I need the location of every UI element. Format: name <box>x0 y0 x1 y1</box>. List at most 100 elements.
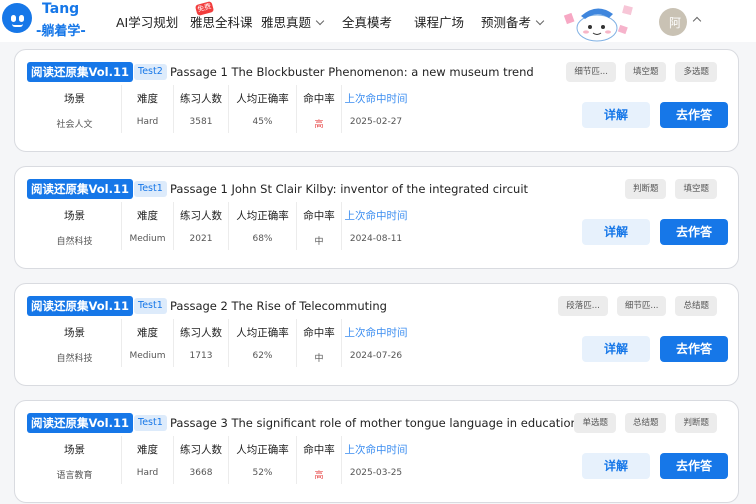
stat-scene: 场景 自然科技 <box>28 319 122 367</box>
stat-difficulty-header: 难度 <box>137 444 158 456</box>
passage-title[interactable]: Passage 2 The Rise of Telecommuting <box>170 299 387 313</box>
question-type-tag: 细节匹... <box>616 296 667 316</box>
stat-hit-rate-header: 命中率 <box>303 327 335 339</box>
stat-hit-rate-header: 命中率 <box>303 93 335 105</box>
stat-practice-count-value: 1713 <box>189 351 213 361</box>
stat-accuracy-value: 68% <box>252 234 273 244</box>
stat-accuracy: 人均正确率 68% <box>229 202 297 250</box>
answer-button[interactable]: 去作答 <box>660 453 728 479</box>
stat-practice-count-value: 2021 <box>189 234 213 244</box>
stat-scene-header: 场景 <box>64 93 85 105</box>
brand-slogan: -躺着学- <box>36 24 86 39</box>
question-type-tag: 多选题 <box>675 62 717 82</box>
detail-button[interactable]: 详解 <box>582 219 650 245</box>
stat-last-hit-header: 上次命中时间 <box>344 327 408 339</box>
mascot-illustration <box>563 5 633 42</box>
stat-scene-header: 场景 <box>64 327 85 339</box>
user-avatar[interactable]: 阿 <box>659 8 687 36</box>
stat-hit-rate-header: 命中率 <box>303 210 335 222</box>
stat-difficulty: 难度 Hard <box>122 436 174 484</box>
question-type-tag: 段落匹... <box>558 296 608 316</box>
answer-button[interactable]: 去作答 <box>660 102 728 128</box>
stat-practice-count-value: 3668 <box>189 468 213 478</box>
stat-scene-header: 场景 <box>64 210 85 222</box>
stat-hit-rate-value: 高 <box>314 471 324 481</box>
stat-difficulty: 难度 Hard <box>122 85 174 133</box>
question-type-tags: 段落匹... 细节匹... 总结题 <box>558 296 717 316</box>
nav-mock-exam[interactable]: 全真模考 <box>342 12 392 31</box>
question-type-tags: 单选题 总结题 判断题 <box>574 413 717 433</box>
set-badge: 阅读还原集Vol.11 <box>27 413 133 433</box>
stat-scene-header: 场景 <box>64 444 85 456</box>
stat-difficulty-header: 难度 <box>137 327 158 339</box>
stat-difficulty-value: Medium <box>129 234 166 244</box>
stat-hit-rate: 命中率高 <box>297 85 342 133</box>
stat-scene: 场景 语言教育 <box>28 436 122 484</box>
stat-accuracy-value: 62% <box>252 351 273 361</box>
detail-button[interactable]: 详解 <box>582 102 650 128</box>
stat-hit-rate-value: 中 <box>314 354 324 364</box>
top-nav-bar: Tang -躺着学- AI学习规划 雅思全科课 免费 雅思真题 全真模考 课程广… <box>0 0 756 42</box>
stat-practice-count-header: 练习人数 <box>180 210 222 222</box>
passage-card[interactable]: 阅读还原集Vol.11 Test1 Passage 3 The significan… <box>14 400 739 503</box>
stat-last-hit: 上次命中时间 2024-08-11 <box>342 202 410 250</box>
stat-scene-value: 自然科技 <box>56 354 93 364</box>
question-type-tag: 判断题 <box>675 413 717 433</box>
nav-course-plaza[interactable]: 课程广场 <box>414 12 464 31</box>
chevron-up-icon[interactable] <box>692 16 702 26</box>
passage-title[interactable]: Passage 1 John St Clair Kilby: inventor … <box>170 182 528 196</box>
passage-card[interactable]: 阅读还原集Vol.11 Test1 Passage 2 The Rise of Te… <box>14 283 739 386</box>
test-badge: Test1 <box>134 298 167 314</box>
answer-button[interactable]: 去作答 <box>660 336 728 362</box>
answer-button[interactable]: 去作答 <box>660 219 728 245</box>
stat-practice-count: 练习人数 3668 <box>174 436 229 484</box>
stat-accuracy: 人均正确率 45% <box>229 85 297 133</box>
stat-difficulty-header: 难度 <box>137 93 158 105</box>
passage-title[interactable]: Passage 3 The significant role of mother… <box>170 416 578 430</box>
stat-accuracy-header: 人均正确率 <box>236 444 289 456</box>
stat-practice-count: 练习人数 2021 <box>174 202 229 250</box>
stat-accuracy-header: 人均正确率 <box>236 210 289 222</box>
question-type-tag: 判断题 <box>624 179 667 199</box>
stat-practice-count: 练习人数 3581 <box>174 85 229 133</box>
stat-difficulty-value: Hard <box>136 468 159 478</box>
stat-difficulty-value: Medium <box>129 351 166 361</box>
stat-last-hit-value: 2025-03-25 <box>349 468 403 478</box>
nav-real-exam[interactable]: 雅思真题 <box>261 12 325 31</box>
stat-practice-count-value: 3581 <box>189 117 213 127</box>
stat-last-hit: 上次命中时间 2024-07-26 <box>342 319 410 367</box>
stat-hit-rate: 命中率中 <box>297 319 342 367</box>
stat-last-hit-header: 上次命中时间 <box>344 210 408 222</box>
stat-accuracy: 人均正确率 62% <box>229 319 297 367</box>
chevron-down-icon <box>315 16 325 26</box>
stat-accuracy: 人均正确率 52% <box>229 436 297 484</box>
stat-scene-value: 语言教育 <box>56 471 93 481</box>
stat-difficulty-value: Hard <box>136 117 159 127</box>
detail-button[interactable]: 详解 <box>582 336 650 362</box>
stat-accuracy-header: 人均正确率 <box>236 327 289 339</box>
question-type-tag: 总结题 <box>675 296 717 316</box>
passage-card[interactable]: 阅读还原集Vol.11 Test2 Passage 1 The Blockbuste… <box>14 49 739 152</box>
nav-ai-plan[interactable]: AI学习规划 <box>116 12 178 31</box>
stat-last-hit-value: 2024-07-26 <box>349 351 403 361</box>
stat-last-hit-header: 上次命中时间 <box>344 93 408 105</box>
detail-button[interactable]: 详解 <box>582 453 650 479</box>
stat-difficulty-header: 难度 <box>137 210 158 222</box>
question-type-tag: 填空题 <box>624 62 667 82</box>
passage-title[interactable]: Passage 1 The Blockbuster Phenomenon: a … <box>170 65 534 79</box>
stat-practice-count-header: 练习人数 <box>180 93 222 105</box>
brand-name[interactable]: Tang <box>42 1 79 17</box>
stat-difficulty: 难度 Medium <box>122 202 174 250</box>
passage-card[interactable]: 阅读还原集Vol.11 Test1 Passage 1 John St Clair … <box>14 166 739 269</box>
stat-last-hit-value: 2025-02-27 <box>349 117 403 127</box>
avatar-initial: 阿 <box>669 16 682 30</box>
question-type-tag: 填空题 <box>675 179 717 199</box>
nav-prediction[interactable]: 预测备考 <box>481 12 545 31</box>
test-badge: Test2 <box>134 64 167 80</box>
test-badge: Test1 <box>134 415 167 431</box>
logo-icon[interactable] <box>2 3 32 33</box>
stat-practice-count-header: 练习人数 <box>180 444 222 456</box>
stat-hit-rate: 命中率高 <box>297 436 342 484</box>
test-badge: Test1 <box>134 181 167 197</box>
stat-accuracy-value: 52% <box>252 468 273 478</box>
